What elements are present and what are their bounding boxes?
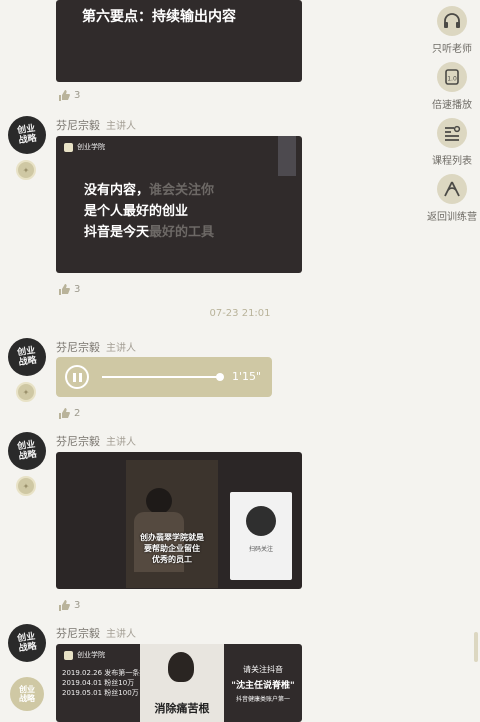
avatar[interactable]: 创业 战略 — [8, 338, 46, 376]
speaker-name: 芬尼宗毅 — [56, 435, 100, 448]
brand-logo-icon — [64, 650, 73, 660]
chat-screen: 第六要点：持续输出内容 3 创业 战略 ✦ 芬尼宗毅 主讲人 创业学院 没有内容… — [0, 0, 480, 722]
speed-play-button[interactable]: 1.0 倍速播放 — [424, 62, 480, 111]
pause-icon — [72, 372, 82, 382]
card-title: 第六要点：持续输出内容 — [82, 9, 236, 25]
list-icon — [437, 118, 467, 148]
badge-large-text: 创业 战略 — [19, 685, 35, 703]
photo-caption: 消除痛苦根 — [154, 702, 210, 715]
qr-avatar — [246, 506, 276, 536]
like-button[interactable]: 2 — [58, 408, 80, 419]
audio-duration: 1'15" — [232, 370, 262, 383]
like-count: 3 — [74, 600, 81, 611]
card-line-3: 抖音是今天 — [84, 225, 150, 240]
audio-progress-track[interactable] — [102, 376, 220, 378]
scrollbar[interactable] — [474, 632, 478, 662]
like-count: 3 — [74, 284, 81, 295]
brand-logo-icon — [64, 142, 73, 152]
content-card-4[interactable]: 创办翡翠学院就是 要帮助企业留住 优秀的员工 扫码关注 — [56, 452, 302, 589]
headphones-icon — [437, 6, 467, 36]
message-header: 芬尼宗毅 主讲人 — [56, 625, 136, 641]
speaker-role: 主讲人 — [106, 121, 136, 132]
decor-bar — [278, 136, 296, 176]
listen-teacher-only-button[interactable]: 只听老师 — [424, 6, 480, 55]
brand-logo: 创业学院 — [64, 650, 105, 660]
avatar[interactable]: 创业 战略 — [8, 624, 46, 662]
like-count: 2 — [74, 408, 81, 419]
qr-card: 扫码关注 — [230, 492, 292, 580]
sidebar-label: 倍速播放 — [432, 100, 472, 111]
thumbs-up-icon — [59, 408, 70, 419]
speaker-role: 主讲人 — [106, 437, 136, 448]
caption-line-1: 创办翡翠学院就是 — [140, 533, 204, 542]
qr-label: 扫码关注 — [248, 546, 273, 553]
avatar-text: 创业 战略 — [16, 439, 38, 463]
pause-button[interactable] — [65, 365, 89, 389]
like-count: 3 — [74, 90, 81, 101]
brand-name: 创业学院 — [77, 651, 105, 659]
like-button[interactable]: 3 — [58, 90, 80, 101]
sidebar-label: 课程列表 — [432, 156, 472, 167]
avatar-text: 创业 战略 — [16, 345, 38, 369]
video-person — [146, 488, 172, 514]
content-card-2[interactable]: 创业学院 没有内容，谁会关注你 是个人最好的创业 抖音是今天最好的工具 — [56, 136, 302, 273]
sidebar-label: 返回训练营 — [427, 212, 477, 223]
card-line-2: 是个人最好的创业 — [84, 204, 189, 219]
course-list-button[interactable]: 课程列表 — [424, 118, 480, 167]
caption-line-2: 要帮助企业留住 — [144, 544, 200, 553]
speaker-role: 主讲人 — [106, 343, 136, 354]
promo-text: 请关注抖音 "沈主任说脊椎" 抖音健康类账户第一 — [224, 664, 302, 703]
card-faint-3: 最好的工具 — [149, 225, 215, 240]
photo-panel: 消除痛苦根 — [140, 644, 224, 722]
level-badge: ✦ — [16, 160, 36, 180]
message-header: 芬尼宗毅 主讲人 — [56, 117, 136, 133]
avatar-text: 创业 战略 — [16, 631, 38, 655]
like-button[interactable]: 3 — [58, 284, 80, 295]
sidebar-label: 只听老师 — [432, 44, 472, 55]
level-badge: ✦ — [16, 476, 36, 496]
brand-logo: 创业学院 — [64, 142, 105, 152]
audio-message[interactable]: 1'15" — [56, 357, 272, 397]
content-card-top[interactable]: 第六要点：持续输出内容 — [56, 0, 302, 82]
audio-progress-knob[interactable] — [216, 373, 224, 381]
thumbs-up-icon — [59, 284, 70, 295]
thumbs-up-icon — [59, 90, 70, 101]
avatar[interactable]: 创业 战略 — [8, 116, 46, 154]
promo-line-1: "沈主任说脊椎" — [231, 681, 295, 691]
thumbs-up-icon — [59, 600, 70, 611]
timestamp: 07-23 21:01 — [209, 308, 271, 319]
video-caption: 创办翡翠学院就是 要帮助企业留住 优秀的员工 — [130, 532, 214, 565]
avatar-text: 创业 战略 — [16, 123, 38, 147]
speed-icon: 1.0 — [437, 62, 467, 92]
photo-person — [168, 652, 194, 682]
content-card-5[interactable]: 创业学院 2019.02.26 发布第一条抖音 2019.04.01 粉丝10万… — [56, 644, 302, 722]
speaker-name: 芬尼宗毅 — [56, 627, 100, 640]
message-header: 芬尼宗毅 主讲人 — [56, 433, 136, 449]
promo-line-2: 抖音健康类账户第一 — [235, 696, 290, 703]
card-text-block: 没有内容，谁会关注你 是个人最好的创业 抖音是今天最好的工具 — [84, 180, 214, 243]
badge-large: 创业 战略 — [10, 677, 44, 711]
level-badge: ✦ — [16, 382, 36, 402]
svg-text:1.0: 1.0 — [447, 76, 457, 83]
avatar[interactable]: 创业 战略 — [8, 432, 46, 470]
promo-title: 请关注抖音 — [243, 665, 283, 674]
speaker-name: 芬尼宗毅 — [56, 119, 100, 132]
return-icon — [437, 174, 467, 204]
caption-line-3: 优秀的员工 — [152, 555, 192, 564]
like-button[interactable]: 3 — [58, 600, 80, 611]
message-header: 芬尼宗毅 主讲人 — [56, 339, 136, 355]
speaker-name: 芬尼宗毅 — [56, 341, 100, 354]
brand-name: 创业学院 — [77, 143, 105, 151]
card-faint-1: 谁会关注你 — [149, 183, 215, 198]
return-camp-button[interactable]: 返回训练营 — [424, 174, 480, 223]
card-line-1: 没有内容， — [84, 183, 150, 198]
speaker-role: 主讲人 — [106, 629, 136, 640]
video-frame: 创办翡翠学院就是 要帮助企业留住 优秀的员工 — [126, 460, 218, 588]
